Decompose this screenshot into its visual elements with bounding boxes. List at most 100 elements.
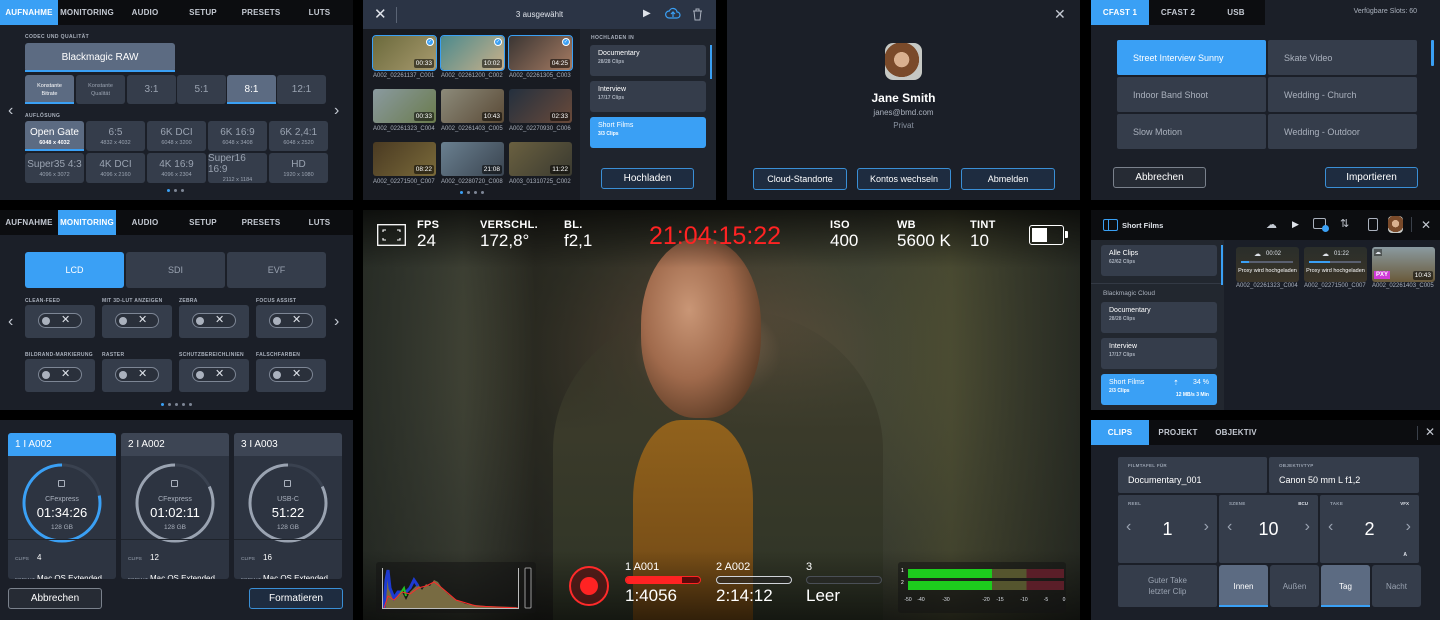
resolution-option[interactable]: 4K 16:9 4096 x 2304 [147,153,206,183]
quality-option[interactable]: 3:1 [127,75,176,104]
tab-audio[interactable]: AUDIO [116,210,174,235]
resolution-option[interactable]: Super35 4:3 4096 x 3072 [25,153,84,183]
chevron-right-icon[interactable]: › [1305,518,1310,536]
cloud-clip-thumbnail[interactable]: ☁ 00:02 Proxy wird hochgeladen [1236,247,1299,282]
clip-thumbnail[interactable]: 11:22 [509,142,572,176]
output-evf[interactable]: EVF [227,252,326,288]
tab-monitoring[interactable]: MONITORING [58,210,116,235]
slate-option-innen[interactable]: Innen [1219,565,1268,607]
resolution-option[interactable]: HD 1920 x 1080 [269,153,328,183]
scene-stepper[interactable]: SZENE BCU ‹ 10 › [1219,495,1318,563]
slate-for-field[interactable]: FILMTAFEL FÜR Documentary_001 [1118,457,1267,493]
media-slot[interactable]: 1 A001 1:4056 [625,561,705,606]
take-stepper[interactable]: TAKE VFX ‹ 2 › A [1320,495,1419,563]
resolution-option[interactable]: 4K DCI 4096 x 2160 [86,153,145,183]
cloud-project-item[interactable]: Interview 17/17 Clips [1101,338,1217,369]
clip-thumbnail[interactable]: 08:22 [373,142,436,176]
good-take-button[interactable]: Guter Take letzter Clip [1118,565,1217,607]
wb-readout[interactable]: WB 5600 K [897,219,951,251]
toggle-switch[interactable]: ✕ [38,367,82,382]
preset-item[interactable]: Wedding - Outdoor [1268,114,1417,149]
page-dot[interactable] [474,191,477,194]
toggle-switch[interactable]: ✕ [269,367,313,382]
histogram[interactable] [376,562,536,613]
tab-audio[interactable]: AUDIO [116,0,174,25]
slate-option-nacht[interactable]: Nacht [1372,565,1421,607]
codec-button[interactable]: Blackmagic RAW [25,43,175,72]
quality-option[interactable]: Konstante Qualität [76,75,125,104]
page-dot[interactable] [181,189,184,192]
preset-item[interactable]: Street Interview Sunny [1117,40,1266,75]
play-icon[interactable]: ▶ [643,8,651,19]
clip-thumbnail[interactable]: 04:25 ✓ [508,35,573,71]
clip-thumbnail[interactable]: 21:08 [441,142,504,176]
tab-clips[interactable]: CLIPS [1091,420,1149,445]
iris-readout[interactable]: BL. f2,1 [564,219,592,251]
preset-item[interactable]: Slow Motion [1117,114,1266,149]
cancel-button[interactable]: Abbrechen [8,588,102,609]
sidebar-toggle-icon[interactable] [1103,219,1118,231]
page-dot[interactable] [168,403,171,406]
chevron-right-icon[interactable]: › [334,313,339,331]
tab-projekt[interactable]: PROJEKT [1149,420,1207,445]
record-button[interactable] [569,566,609,606]
page-dot[interactable] [481,191,484,194]
lens-field[interactable]: OBJEKTIVTYP Canon 50 mm L f1,2 [1269,457,1419,493]
scrollbar[interactable] [1221,245,1223,285]
tab-presets[interactable]: PRESETS [232,210,290,235]
chevron-right-icon[interactable]: › [334,102,339,120]
project-item[interactable]: Documentary 28/28 Clips [590,45,706,76]
project-item[interactable]: Interview 17/17 Clips [590,81,706,112]
cloud-clip-thumbnail[interactable]: ☁ 01:22 Proxy wird hochgeladen [1304,247,1367,282]
user-avatar[interactable] [1388,216,1403,233]
scrollbar[interactable] [710,45,712,79]
toggle-switch[interactable]: ✕ [269,313,313,328]
audio-meter[interactable]: 12 -50 -40 -30 -20 -15 -10 -5 0 [898,562,1066,613]
project-item[interactable]: Short Films 3/3 Clips [590,117,706,148]
slate-option-tag[interactable]: Tag [1321,565,1370,607]
preset-item[interactable]: Skate Video [1268,40,1417,75]
page-dot[interactable] [175,403,178,406]
resolution-option[interactable]: Super16 16:9 2112 x 1184 [208,153,267,183]
page-dot[interactable] [467,191,470,194]
cloud-locations-button[interactable]: Cloud-Standorte [753,168,847,190]
page-dot[interactable] [174,189,177,192]
cloud-status-icon[interactable]: ☁ [1266,218,1277,231]
toggle-switch[interactable]: ✕ [115,367,159,382]
toggle-switch[interactable]: ✕ [192,313,236,328]
upload-button[interactable]: Hochladen [601,168,694,189]
tab-luts[interactable]: LUTS [290,0,349,25]
preset-item[interactable]: Wedding - Church [1268,77,1417,112]
toggle-switch[interactable]: ✕ [115,313,159,328]
play-icon[interactable]: ▶ [1292,219,1299,230]
media-card[interactable]: 2 I A002 CFexpress 01:02:11 128 GB CLIPS 12 FO… [121,433,229,579]
close-icon[interactable]: ✕ [1421,218,1431,232]
sort-icon[interactable]: ⇅ [1340,217,1349,230]
resolution-option[interactable]: 6K 16:9 6048 x 3408 [208,121,267,151]
trash-icon[interactable] [692,8,703,21]
quality-option[interactable]: 5:1 [177,75,226,104]
page-dot[interactable] [167,189,170,192]
tab-aufnahme[interactable]: AUFNAHME [0,0,58,25]
import-button[interactable]: Importieren [1325,167,1418,188]
clip-thumbnail[interactable]: 10:02 ✓ [440,35,505,71]
page-dot[interactable] [189,403,192,406]
chevron-right-icon[interactable]: › [1204,518,1209,536]
quality-option[interactable]: Konstante Bitrate [25,75,74,104]
chevron-left-icon[interactable]: ‹ [8,313,13,331]
resolution-option[interactable]: 6K DCI 6048 x 3200 [147,121,206,151]
resolution-option[interactable]: Open Gate 6048 x 4032 [25,121,84,151]
close-icon[interactable]: ✕ [1054,6,1066,23]
frame-guides-icon[interactable] [377,224,406,246]
tab-objektiv[interactable]: OBJEKTIV [1207,420,1265,445]
close-icon[interactable]: ✕ [1425,425,1435,439]
tab-setup[interactable]: SETUP [174,210,232,235]
quality-option[interactable]: 8:1 [227,75,276,104]
output-lcd[interactable]: LCD [25,252,124,288]
storage-icon[interactable] [1368,218,1378,231]
clip-thumbnail[interactable]: 00:33 ✓ [372,35,437,71]
toggle-switch[interactable]: ✕ [192,367,236,382]
iso-readout[interactable]: ISO 400 [830,219,858,251]
chevron-left-icon[interactable]: ‹ [8,102,13,120]
chevron-right-icon[interactable]: › [1406,518,1411,536]
